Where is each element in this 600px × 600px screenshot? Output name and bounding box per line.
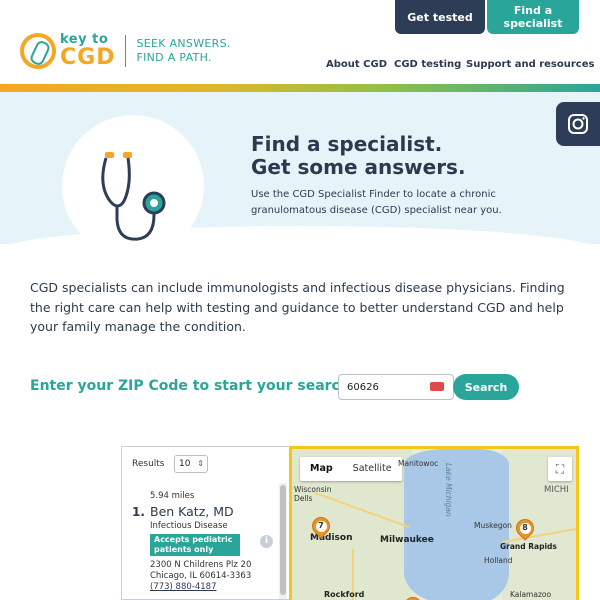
result-phone-link[interactable]: (773) 880-4187 [150, 582, 216, 592]
map-tab-map[interactable]: Map [300, 457, 343, 481]
map-pin-8[interactable]: 8 [512, 515, 538, 541]
map-label-grand-rapids: Grand Rapids [500, 542, 557, 551]
map-label-manitowoc: Manitowoc [398, 459, 439, 468]
tagline-line1: SEEK ANSWERS. [136, 37, 231, 50]
site-header: key to CGD SEEK ANSWERS. FIND A PATH. Ge… [0, 0, 600, 84]
tagline: SEEK ANSWERS. FIND A PATH. [136, 37, 230, 65]
hero-title: Find a specialist. Get some answers. [251, 133, 466, 179]
pediatric-badge-line2: patients only [154, 545, 214, 554]
dna-logo-icon [20, 33, 56, 69]
map-label-holland: Holland [484, 556, 513, 565]
password-manager-icon[interactable] [430, 382, 444, 391]
results-count-value: 10 [179, 459, 191, 469]
map-label-muskegon: Muskegon [474, 521, 512, 530]
map-label-lake-michigan: Lake Michigan [444, 463, 453, 517]
map-pin-number: 8 [522, 523, 528, 532]
fullscreen-icon[interactable]: ⛶ [548, 457, 572, 481]
result-specialty: Infectious Disease [150, 521, 228, 531]
result-number: 1. [132, 505, 145, 519]
instagram-icon [568, 114, 588, 134]
search-button[interactable]: Search [453, 374, 519, 400]
nav-cgd-testing[interactable]: CGD testing [394, 59, 461, 70]
nav-about-cgd[interactable]: About CGD [326, 59, 387, 70]
map-tab-satellite[interactable]: Satellite [343, 457, 402, 481]
result-address-line1: 2300 N Childrens Plz 20 [150, 560, 252, 570]
pediatric-badge-line1: Accepts pediatric [154, 535, 233, 544]
hero-title-line1: Find a specialist. [251, 132, 443, 156]
map-type-tabs: Map Satellite [300, 457, 402, 481]
map-label-milwaukee: Milwaukee [380, 535, 434, 545]
intro-text: CGD specialists can include immunologist… [30, 280, 565, 334]
result-address-line2: Chicago, IL 60614-3363 [150, 571, 252, 581]
hero-illustration [62, 115, 204, 257]
site-logo[interactable]: key to CGD SEEK ANSWERS. FIND A PATH. [20, 33, 231, 69]
tagline-line2: FIND A PATH. [136, 51, 212, 64]
pediatric-badge: Accepts pediatric patients only [150, 534, 240, 556]
result-name[interactable]: Ben Katz, MD [150, 504, 234, 519]
nav-support-resources[interactable]: Support and resources [466, 59, 594, 70]
map-view[interactable]: Map Satellite ⛶ Manitowoc Lake Michigan … [289, 446, 579, 600]
results-panel: Results 10 ⇕ 5.94 miles 1. Ben Katz, MD … [121, 446, 289, 600]
map-label-rockford: Rockford [324, 590, 365, 599]
results-label: Results [132, 459, 165, 469]
result-distance: 5.94 miles [150, 491, 195, 501]
map-label-wisconsin-dells: Wisconsin Dells [294, 485, 332, 503]
zip-label: Enter your ZIP Code to start your search… [30, 378, 356, 394]
hero-subtitle: Use the CGD Specialist Finder to locate … [251, 189, 502, 216]
map-pin-7[interactable]: 7 [308, 513, 334, 539]
select-arrows-icon: ⇕ [197, 459, 204, 468]
find-specialist-button[interactable]: Find a specialist [487, 0, 579, 34]
instagram-button[interactable] [556, 102, 600, 146]
header-gradient-bar [0, 84, 600, 92]
map-pin-number: 7 [318, 521, 324, 530]
stethoscope-icon [101, 152, 166, 241]
map-label-kalamazoo: Kalamazoo [510, 590, 552, 599]
hero-title-line2: Get some answers. [251, 155, 466, 179]
get-tested-button[interactable]: Get tested [395, 0, 485, 34]
results-count-select[interactable]: 10 ⇕ [174, 455, 208, 473]
map-label-michigan: MICHI [544, 485, 569, 495]
results-scrollbar-thumb[interactable] [280, 485, 286, 595]
logo-cgd-text: CGD [60, 45, 116, 70]
info-icon[interactable]: i [260, 535, 273, 548]
logo-divider [125, 35, 127, 67]
